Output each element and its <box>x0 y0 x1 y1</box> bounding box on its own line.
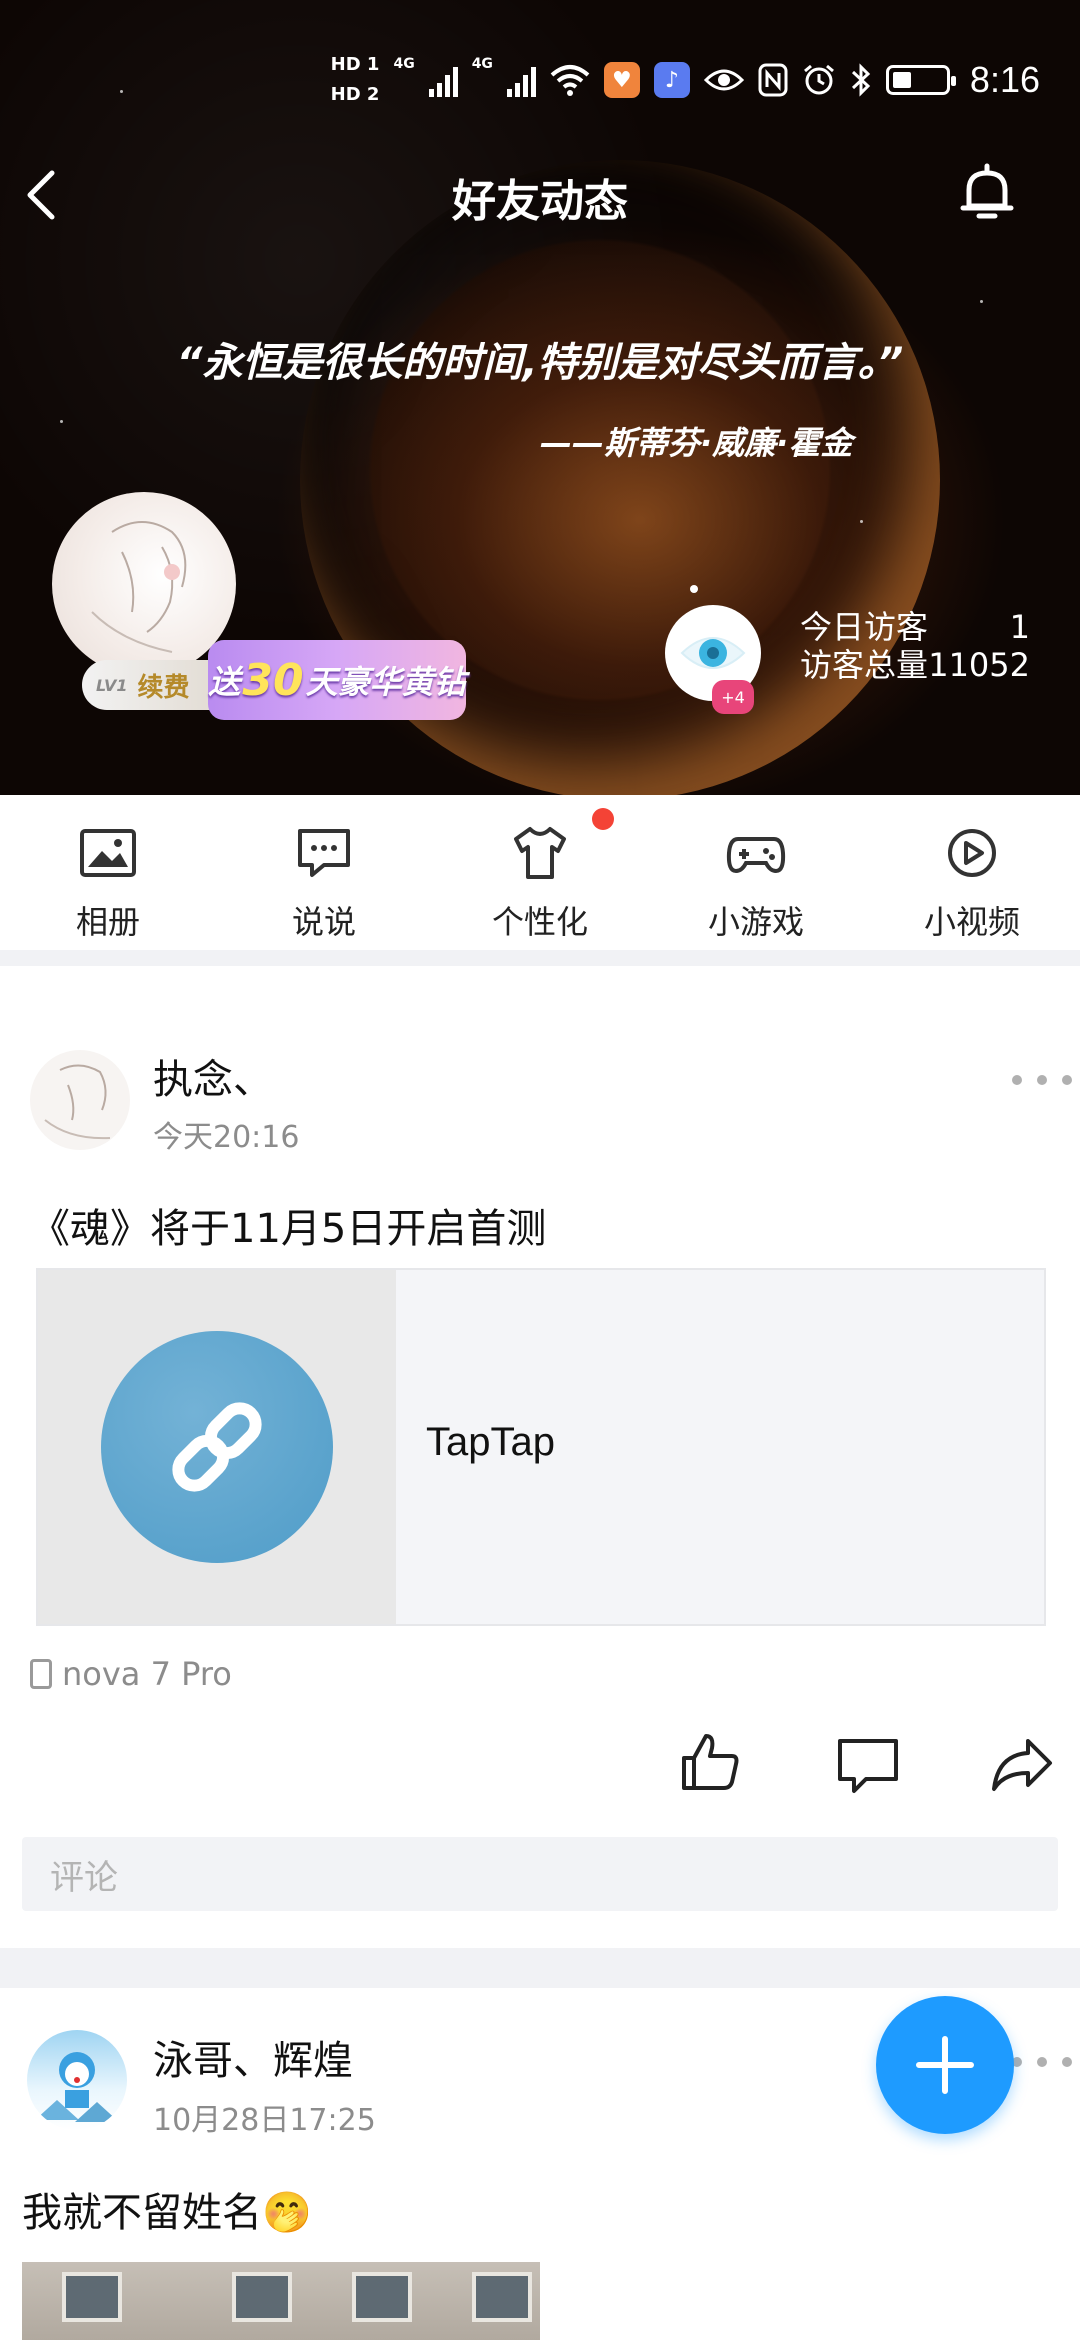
shortcut-album[interactable]: 相册 <box>0 795 216 950</box>
photo-window <box>232 2272 292 2322</box>
cartoon-avatar-icon <box>35 2052 119 2122</box>
photo-window <box>352 2272 412 2322</box>
shortcut-personalize[interactable]: 个性化 <box>432 795 648 950</box>
post-time: 10月28日17:25 <box>153 2103 376 2138</box>
health-app-icon: ♥ <box>603 62 640 98</box>
hd1-label: HD 1 <box>330 54 380 75</box>
wifi-icon <box>550 65 590 96</box>
device-name: nova 7 Pro <box>62 1655 232 1693</box>
link-card[interactable]: TapTap <box>36 1268 1046 1626</box>
shortcut-label: 小视频 <box>923 903 1020 941</box>
total-visitors-value: 11052 <box>928 646 1030 684</box>
shortcut-label: 小游戏 <box>707 903 804 941</box>
link-title: TapTap <box>426 1420 555 1464</box>
plus-icon <box>916 2036 974 2094</box>
battery-icon <box>885 65 956 95</box>
device-info: nova 7 Pro <box>30 1655 232 1693</box>
link-globe-icon <box>101 1331 333 1563</box>
network-label-1: 4G <box>393 56 415 72</box>
comment-icon[interactable] <box>836 1733 900 1797</box>
shortcut-games[interactable]: 小游戏 <box>648 795 864 950</box>
sketch-avatar-icon <box>44 1064 111 1140</box>
divider <box>0 950 1080 966</box>
gamepad-icon <box>726 837 786 874</box>
user-avatar[interactable] <box>52 492 236 676</box>
divider <box>0 1948 1080 1988</box>
status-bar: HD 1 HD 2 4G 4G ♥ ♪ 8:16 <box>331 50 1040 110</box>
today-visitors-value: 1 <box>1009 608 1030 646</box>
more-options-icon[interactable] <box>1012 2052 1072 2072</box>
vip-level: LV1 <box>96 675 128 695</box>
music-app-icon: ♪ <box>653 62 690 98</box>
hd-indicators: HD 1 HD 2 <box>331 50 380 110</box>
comment-input[interactable]: 评论 <box>22 1837 1058 1911</box>
signal-icon-2 <box>506 63 536 97</box>
shortcut-label: 个性化 <box>491 903 588 941</box>
link-thumbnail <box>38 1270 396 1624</box>
comment-placeholder: 评论 <box>50 1857 118 1898</box>
like-icon[interactable] <box>678 1730 742 1794</box>
page-title: 好友动态 <box>452 176 628 227</box>
promo-number: 30 <box>242 654 304 706</box>
nfc-icon <box>758 63 788 97</box>
shortcut-label: 相册 <box>75 903 140 941</box>
hd2-label: HD 2 <box>330 84 380 105</box>
promo-banner[interactable]: 送 30 天豪华黄钻 <box>208 640 466 720</box>
quote-author: ——斯蒂芬·威廉·霍金 <box>540 424 853 462</box>
promo-suffix: 天豪华黄钻 <box>305 663 466 701</box>
promo-prefix: 送 <box>208 663 241 701</box>
post-time: 今天20:16 <box>153 1120 300 1155</box>
shortcut-videos[interactable]: 小视频 <box>864 795 1080 950</box>
shortcut-label: 说说 <box>291 903 356 941</box>
play-circle-icon <box>948 829 996 877</box>
eye-comfort-icon <box>703 69 744 91</box>
photo-window <box>472 2272 532 2322</box>
notification-dot <box>592 808 614 830</box>
network-label-2: 4G <box>471 56 493 72</box>
cover-header: HD 1 HD 2 4G 4G ♥ ♪ 8:16 好友动态 “永恒是很长的时间,… <box>0 0 1080 795</box>
clock: 8:16 <box>969 59 1040 100</box>
post-text: 《魂》将于11月5日开启首测 <box>30 1206 547 1252</box>
photo-window <box>62 2272 122 2322</box>
post-author-avatar[interactable] <box>30 1050 130 1150</box>
shortcut-bar: 相册 说说 个性化 小游戏 小视频 <box>0 795 1080 950</box>
post-author-name[interactable]: 执念、 <box>153 1047 273 1105</box>
photo-album-icon <box>80 829 136 877</box>
post-author-name[interactable]: 泳哥、辉煌 <box>153 2028 353 2086</box>
phone-icon <box>30 1659 52 1689</box>
chat-bubble-icon <box>298 829 350 877</box>
shortcut-shuoshuo[interactable]: 说说 <box>216 795 432 950</box>
more-options-icon[interactable] <box>1012 1070 1072 1090</box>
notification-bell-icon[interactable] <box>955 160 1019 224</box>
post-photo[interactable] <box>22 2262 540 2340</box>
post-author-avatar[interactable] <box>27 2030 127 2130</box>
bluetooth-icon <box>851 63 871 97</box>
signal-icon <box>428 63 458 97</box>
add-post-button[interactable] <box>876 1996 1014 2134</box>
total-visitors-label: 访客总量 <box>800 646 929 684</box>
today-visitors-label: 今日访客 <box>800 608 929 646</box>
cover-quote: “永恒是很长的时间,特别是对尽头而言。” <box>176 340 904 386</box>
visitor-stats[interactable]: 今日访客 1 访客总量 11052 <box>800 608 1030 684</box>
eye-icon <box>680 637 746 669</box>
visitor-count-badge: +4 <box>712 680 754 714</box>
post-text: 我就不留姓名🤭 <box>22 2190 312 2236</box>
sketch-couple-icon <box>91 521 187 653</box>
vip-renew-label: 续费 <box>137 672 190 703</box>
alarm-icon <box>803 64 834 95</box>
share-icon[interactable] <box>990 1733 1054 1797</box>
tshirt-icon <box>514 827 566 879</box>
